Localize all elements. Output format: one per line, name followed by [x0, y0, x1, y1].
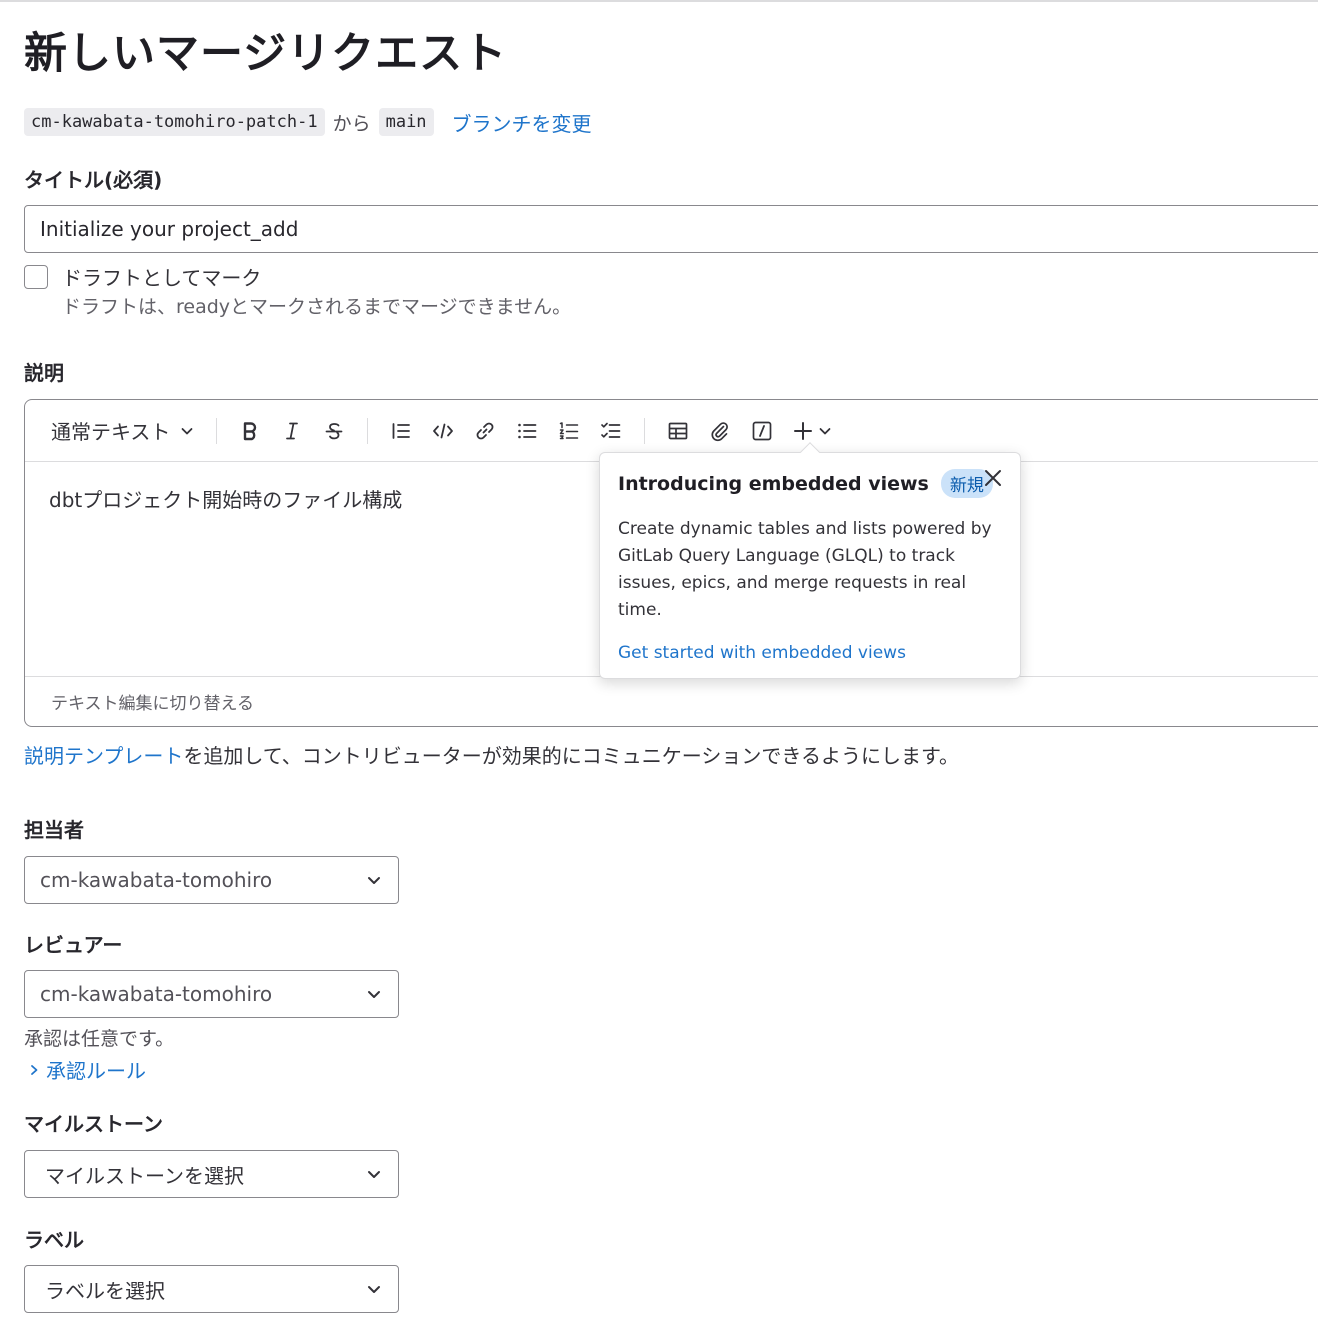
source-branch-chip: cm-kawabata-tomohiro-patch-1 [24, 108, 325, 136]
target-branch-chip: main [378, 108, 434, 136]
chevron-down-icon [368, 1286, 380, 1293]
popover-title: Introducing embedded views [618, 472, 929, 495]
branch-info: cm-kawabata-tomohiro-patch-1 から main ブラン… [24, 106, 592, 138]
reviewer-label: レビュアー [24, 933, 123, 957]
labels-select[interactable]: ラベルを選択 [24, 1265, 399, 1313]
table-icon [669, 422, 688, 439]
get-started-link[interactable]: Get started with embedded views [618, 643, 906, 663]
link-icon [476, 422, 494, 439]
reviewer-value: cm-kawabata-tomohiro [40, 982, 273, 1006]
reviewer-select[interactable]: cm-kawabata-tomohiro [24, 970, 399, 1018]
description-template-link[interactable]: 説明テンプレート [24, 744, 183, 768]
text-style-dropdown[interactable]: 通常テキスト [51, 416, 194, 445]
draft-checkbox[interactable] [24, 265, 48, 289]
chevron-down-icon [368, 1171, 380, 1178]
assignee-label: 担当者 [24, 818, 84, 842]
code-icon [433, 423, 454, 438]
labels-label: ラベル [24, 1228, 84, 1252]
italic-button[interactable] [271, 413, 313, 449]
chevron-down-icon [368, 991, 380, 998]
approval-rules-link: 承認ルール [46, 1059, 146, 1083]
chevron-down-icon [368, 877, 380, 884]
text-style-label: 通常テキスト [51, 420, 171, 444]
from-text: から [332, 112, 371, 135]
popover-header: Introducing embedded views 新規 [618, 469, 1002, 498]
chevron-right-icon [31, 1064, 38, 1075]
template-hint: 説明テンプレートを追加して、コントリビューターが効果的にコミュニケーションできる… [24, 740, 959, 769]
strikethrough-icon [326, 422, 343, 439]
bullet-list-button[interactable] [506, 413, 548, 449]
attachment-button[interactable] [699, 413, 741, 449]
toolbar-separator [216, 417, 218, 444]
page-title: 新しいマージリクエスト [24, 29, 508, 79]
top-divider [0, 0, 1318, 2]
slash-command-button[interactable] [741, 413, 783, 449]
numbered-list-icon [560, 421, 579, 439]
assignee-value: cm-kawabata-tomohiro [40, 868, 273, 892]
link-button[interactable] [464, 413, 506, 449]
milestone-label: マイルストーン [24, 1112, 163, 1136]
bullet-list-icon [518, 423, 537, 438]
labels-placeholder: ラベルを選択 [45, 1278, 165, 1303]
change-branch-link[interactable]: ブランチを変更 [452, 108, 592, 137]
blockquote-button[interactable] [380, 413, 422, 449]
numbered-list-button[interactable] [548, 413, 590, 449]
editor-content[interactable]: dbtプロジェクト開始時のファイル構成 [49, 484, 402, 513]
title-label: タイトル(必須) [24, 168, 163, 192]
template-hint-text: を追加して、コントリビューターが効果的にコミュニケーションできるようにします。 [183, 744, 960, 768]
toolbar-separator [367, 417, 369, 444]
draft-checkbox-label: ドラフトとしてマーク [62, 266, 262, 290]
bold-icon [244, 421, 257, 440]
task-list-button[interactable] [590, 413, 632, 449]
strikethrough-button[interactable] [313, 413, 355, 449]
approval-optional-text: 承認は任意です。 [24, 1028, 175, 1050]
bold-button[interactable] [229, 413, 271, 449]
switch-to-text-editing-link[interactable]: テキスト編集に切り替える [51, 689, 254, 714]
milestone-placeholder: マイルストーンを選択 [45, 1163, 244, 1188]
italic-icon [286, 422, 299, 439]
chevron-down-icon [820, 427, 831, 434]
chevron-down-icon [182, 427, 193, 434]
toolbar-separator [644, 417, 646, 444]
blockquote-icon [393, 422, 411, 439]
description-label: 説明 [24, 361, 64, 385]
editor-footer: テキスト編集に切り替える [25, 676, 1318, 726]
code-button[interactable] [422, 413, 464, 449]
slash-command-icon [753, 421, 772, 440]
plus-icon [794, 421, 813, 440]
approval-rules-toggle[interactable]: 承認ルール [28, 1055, 146, 1084]
attachment-icon [711, 421, 729, 441]
popover-body: Create dynamic tables and lists powered … [618, 519, 992, 620]
title-input[interactable]: Initialize your project_add [24, 205, 1318, 253]
table-button[interactable] [657, 413, 699, 449]
assignee-select[interactable]: cm-kawabata-tomohiro [24, 856, 399, 904]
close-icon[interactable] [980, 465, 1006, 491]
milestone-select[interactable]: マイルストーンを選択 [24, 1150, 399, 1198]
more-insert-button[interactable] [783, 413, 841, 449]
embedded-views-popover: Introducing embedded views 新規 Create dyn… [599, 442, 1021, 679]
draft-help-text: ドラフトは、readyとマークされるまでマージできません。 [62, 296, 572, 318]
task-list-icon [601, 422, 621, 438]
